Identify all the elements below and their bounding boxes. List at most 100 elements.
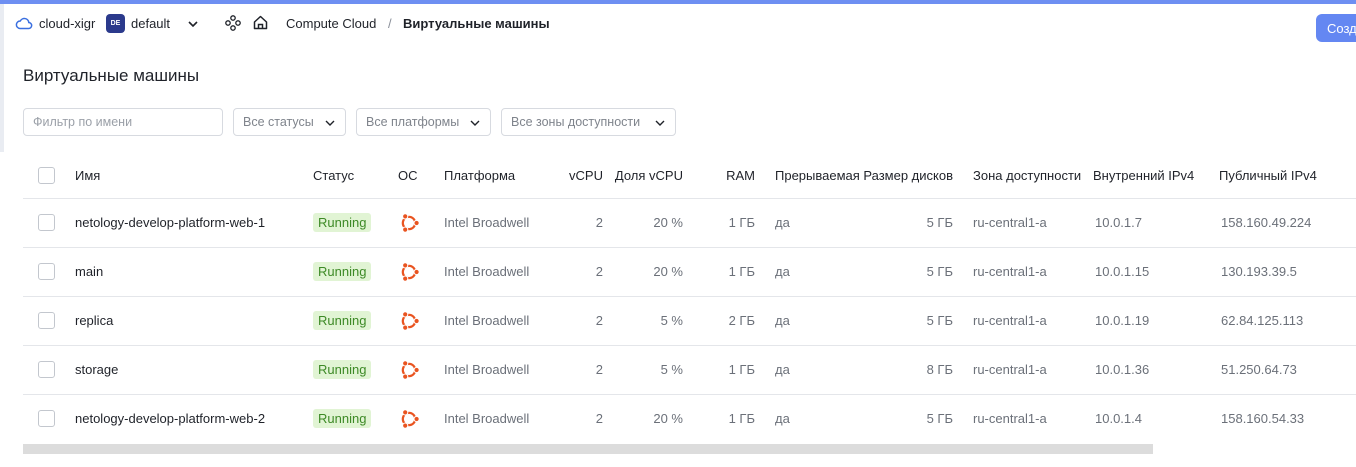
vm-ram: 1 ГБ — [683, 198, 755, 248]
row-checkbox[interactable] — [38, 410, 55, 428]
ubuntu-icon — [398, 309, 444, 333]
vm-platform: Intel Broadwell — [444, 411, 530, 427]
row-checkbox[interactable] — [38, 214, 55, 232]
status-badge: Running — [313, 262, 372, 281]
table-row[interactable]: main Running Intel Broadwell 2 20 % 1 ГБ да 5 Г… — [23, 247, 1356, 297]
services-icon[interactable] — [225, 15, 241, 31]
vm-vcpu: 2 — [557, 247, 603, 297]
zone-filter-label: Все зоны доступности — [511, 115, 641, 129]
column-header-platform[interactable]: Платформа — [444, 153, 557, 199]
vm-vcpu: 2 — [557, 198, 603, 248]
platform-filter-label: Все платформы — [366, 115, 460, 129]
ubuntu-icon — [398, 407, 444, 431]
column-header-public-ip[interactable]: Публичный IPv4 — [1219, 153, 1356, 199]
column-header-vcpu-share[interactable]: Доля vCPU — [603, 153, 683, 199]
row-checkbox[interactable] — [38, 312, 55, 330]
cloud-name[interactable]: cloud-xigr — [39, 16, 95, 31]
zone-filter-select[interactable]: Все зоны доступности — [501, 108, 676, 136]
vm-preemptible: да — [755, 247, 861, 297]
vm-zone: ru-central1-a — [953, 296, 1093, 346]
table-row[interactable]: replica Running Intel Broadwell 2 5 % 2 ГБ да 5… — [23, 296, 1356, 346]
vm-zone: ru-central1-a — [953, 247, 1093, 297]
table-row[interactable]: netology-develop-platform-web-1 Running In… — [23, 198, 1356, 248]
vm-ram: 1 ГБ — [728, 411, 755, 427]
top-bar: cloud-xigr DE default Compute Cloud / Ви… — [0, 4, 1356, 44]
vm-zone: ru-central1-a — [953, 198, 1093, 248]
vm-vcpu: 2 — [595, 411, 603, 427]
status-badge: Running — [313, 213, 372, 232]
folder-name[interactable]: default — [131, 16, 170, 31]
status-badge: Running — [313, 360, 372, 379]
vm-disk-size: 5 ГБ — [861, 296, 953, 346]
column-header-ram[interactable]: RAM — [683, 153, 755, 199]
vm-internal-ip: 10.0.1.15 — [1093, 247, 1219, 297]
vm-ram: 1 ГБ — [683, 345, 755, 395]
vm-disk-size: 8 ГБ — [861, 345, 953, 395]
vm-public-ip: 158.160.49.224 — [1219, 198, 1356, 248]
table-row[interactable]: storage Running Intel Broadwell 2 5 % 1 ГБ да 8… — [23, 345, 1356, 395]
chevron-down-icon — [325, 120, 335, 126]
vm-platform: Intel Broadwell — [444, 247, 557, 297]
vm-vcpu: 2 — [557, 345, 603, 395]
vm-vcpu: 2 — [557, 296, 603, 346]
ubuntu-icon — [398, 260, 444, 284]
vm-public-ip: 130.193.39.5 — [1219, 247, 1356, 297]
vm-platform: Intel Broadwell — [444, 296, 557, 346]
vm-internal-ip: 10.0.1.19 — [1093, 296, 1219, 346]
vm-platform: Intel Broadwell — [444, 345, 557, 395]
chevron-down-icon — [470, 120, 480, 126]
row-checkbox[interactable] — [38, 361, 55, 379]
vm-vcpu-share: 20 % — [603, 198, 683, 248]
vm-name[interactable]: main — [75, 247, 313, 297]
vm-name[interactable]: replica — [75, 296, 313, 346]
status-filter-select[interactable]: Все статусы — [233, 108, 346, 136]
create-vm-button[interactable]: Созд — [1316, 14, 1356, 42]
vm-preemptible: да — [775, 411, 790, 427]
vm-preemptible: да — [755, 198, 861, 248]
status-filter-label: Все статусы — [243, 115, 314, 129]
platform-filter-select[interactable]: Все платформы — [356, 108, 491, 136]
vm-disk-size: 5 ГБ — [861, 198, 953, 248]
column-header-status[interactable]: Статус — [313, 153, 398, 199]
select-all-checkbox[interactable] — [38, 166, 55, 184]
chevron-down-icon[interactable] — [186, 17, 200, 31]
vm-name[interactable]: netology-develop-platform-web-1 — [75, 198, 313, 248]
row-checkbox[interactable] — [38, 263, 55, 281]
name-filter-input[interactable] — [23, 108, 223, 136]
column-header-preemptible[interactable]: Прерываемая — [755, 153, 861, 199]
vm-ram: 2 ГБ — [683, 296, 755, 346]
status-badge: Running — [313, 409, 372, 429]
vm-public-ip: 158.160.54.33 — [1221, 411, 1305, 427]
breadcrumb-compute-cloud[interactable]: Compute Cloud — [286, 16, 376, 31]
column-header-name[interactable]: Имя — [75, 153, 313, 199]
vm-internal-ip: 10.0.1.7 — [1093, 198, 1219, 248]
vm-vcpu-share: 20 % — [603, 247, 683, 297]
column-header-disk-size[interactable]: Размер дисков — [861, 153, 953, 199]
breadcrumb-separator: / — [388, 16, 392, 31]
horizontal-scrollbar[interactable] — [23, 444, 1153, 454]
vm-internal-ip: 10.0.1.36 — [1093, 345, 1219, 395]
ubuntu-icon — [398, 358, 444, 382]
cloud-icon — [15, 17, 33, 30]
vm-public-ip: 62.84.125.113 — [1219, 296, 1356, 346]
page-title: Виртуальные машины — [23, 66, 200, 85]
folder-badge: DE — [106, 14, 125, 33]
column-header-zone[interactable]: Зона доступности — [953, 153, 1093, 199]
column-header-os[interactable]: ОС — [398, 153, 444, 199]
table-header-row: Имя Статус ОС Платформа vCPU Доля vCPU R… — [23, 153, 1356, 199]
home-icon[interactable] — [252, 14, 269, 31]
vm-preemptible: да — [755, 345, 861, 395]
column-header-vcpu[interactable]: vCPU — [557, 153, 603, 199]
vm-table: Имя Статус ОС Платформа vCPU Доля vCPU R… — [23, 153, 1356, 443]
ubuntu-icon — [398, 211, 444, 235]
column-header-internal-ip[interactable]: Внутренний IPv4 — [1093, 153, 1219, 199]
vm-ram: 1 ГБ — [683, 247, 755, 297]
vm-name[interactable]: netology-develop-platform-web-2 — [75, 394, 313, 443]
status-badge: Running — [313, 311, 372, 330]
chevron-down-icon — [655, 120, 665, 126]
vm-name[interactable]: storage — [75, 345, 313, 395]
vm-platform: Intel Broadwell — [444, 198, 557, 248]
vm-preemptible: да — [755, 296, 861, 346]
vm-internal-ip: 10.0.1.4 — [1095, 411, 1142, 427]
table-row[interactable]: netology-develop-platform-web-2 Running In… — [23, 394, 1356, 443]
